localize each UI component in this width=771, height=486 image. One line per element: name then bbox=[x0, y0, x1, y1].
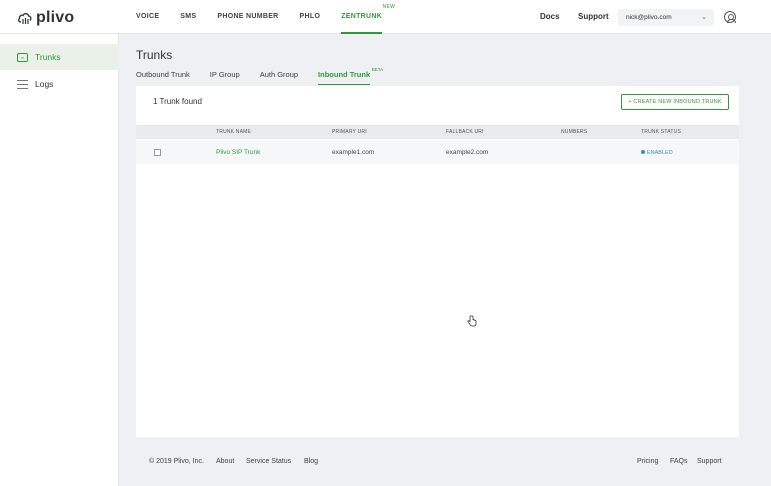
trunk-tabs: Outbound Trunk IP Group Auth Group Inbou… bbox=[136, 67, 390, 85]
footer-faqs-link[interactable]: FAQs bbox=[670, 458, 688, 465]
tab-inbound-trunk[interactable]: Inbound Trunk BETA bbox=[318, 67, 383, 85]
footer-about-link[interactable]: About bbox=[216, 458, 234, 465]
nav-zentrunk[interactable]: ZENTRUNK NEW bbox=[341, 0, 395, 34]
chevron-down-icon: ⌄ bbox=[701, 14, 707, 21]
page-title: Trunks bbox=[136, 48, 173, 62]
table-header: TRUNK NAME PRIMARY URI FALLBACK URI NUMB… bbox=[136, 125, 739, 139]
top-bar: plivo VOICE SMS PHONE NUMBER PHLO ZENTRU… bbox=[0, 0, 771, 34]
tab-auth-group[interactable]: Auth Group bbox=[260, 70, 298, 85]
create-inbound-trunk-button[interactable]: + CREATE NEW INBOUND TRUNK bbox=[621, 94, 729, 110]
new-badge: NEW bbox=[382, 4, 396, 10]
sidebar-item-label: Trunks bbox=[35, 52, 61, 62]
account-dropdown[interactable]: nick@plivo.com ⌄ bbox=[618, 9, 714, 26]
column-fallback-uri: FALLBACK URI bbox=[446, 129, 484, 135]
status-badge: ENABLED bbox=[641, 140, 673, 166]
footer-service-status-link[interactable]: Service Status bbox=[246, 458, 291, 465]
fallback-uri: example2.com bbox=[446, 149, 489, 156]
status-dot-icon bbox=[641, 150, 645, 154]
trunk-count: 1 Trunk found bbox=[153, 97, 202, 106]
footer-pricing-link[interactable]: Pricing bbox=[637, 458, 658, 465]
tab-ip-group[interactable]: IP Group bbox=[210, 70, 240, 85]
plivo-logo[interactable]: plivo bbox=[17, 9, 74, 27]
hand-cursor-icon bbox=[467, 315, 477, 327]
cloud-logo-icon bbox=[18, 13, 32, 24]
nav-zentrunk-label: ZENTRUNK bbox=[341, 13, 383, 20]
column-primary-uri: PRIMARY URI bbox=[332, 129, 367, 135]
footer-support-link[interactable]: Support bbox=[697, 458, 722, 465]
sidebar-item-label: Logs bbox=[35, 79, 54, 89]
support-link[interactable]: Support bbox=[578, 0, 609, 34]
account-email: nick@plivo.com bbox=[626, 14, 672, 21]
nav-sms[interactable]: SMS bbox=[180, 0, 196, 34]
docs-link[interactable]: Docs bbox=[540, 0, 560, 34]
list-icon bbox=[17, 79, 28, 89]
copyright: © 2019 Plivo, Inc. bbox=[149, 458, 204, 465]
nav-phlo[interactable]: PHLO bbox=[300, 0, 321, 34]
sidebar: ▪▪ Trunks Logs bbox=[0, 34, 119, 486]
footer: © 2019 Plivo, Inc. About Service Status … bbox=[136, 458, 739, 470]
trunk-name-link[interactable]: Plivo SIP Trunk bbox=[216, 140, 260, 166]
nav-phone-number[interactable]: PHONE NUMBER bbox=[217, 0, 278, 34]
footer-blog-link[interactable]: Blog bbox=[304, 458, 318, 465]
nav-voice[interactable]: VOICE bbox=[136, 0, 159, 34]
user-profile-icon[interactable] bbox=[724, 11, 736, 23]
tab-outbound-trunk[interactable]: Outbound Trunk bbox=[136, 70, 190, 85]
tab-inbound-trunk-label: Inbound Trunk bbox=[318, 70, 371, 79]
sidebar-item-logs[interactable]: Logs bbox=[0, 71, 119, 97]
status-text: ENABLED bbox=[647, 150, 673, 156]
trunk-icon: ▪▪ bbox=[17, 52, 28, 62]
table-row[interactable]: Plivo SIP Trunk example1.com example2.co… bbox=[136, 140, 739, 164]
brand-name: plivo bbox=[36, 9, 75, 26]
row-checkbox[interactable] bbox=[154, 149, 161, 156]
column-trunk-name: TRUNK NAME bbox=[216, 129, 252, 135]
column-numbers: NUMBERS bbox=[561, 129, 588, 135]
column-trunk-status: TRUNK STATUS bbox=[641, 129, 681, 135]
primary-uri: example1.com bbox=[332, 149, 375, 156]
main-nav: VOICE SMS PHONE NUMBER PHLO ZENTRUNK NEW bbox=[136, 0, 403, 34]
trunks-card: 1 Trunk found + CREATE NEW INBOUND TRUNK… bbox=[136, 86, 739, 437]
sidebar-item-trunks[interactable]: ▪▪ Trunks bbox=[0, 44, 119, 70]
beta-badge: BETA bbox=[371, 67, 384, 72]
